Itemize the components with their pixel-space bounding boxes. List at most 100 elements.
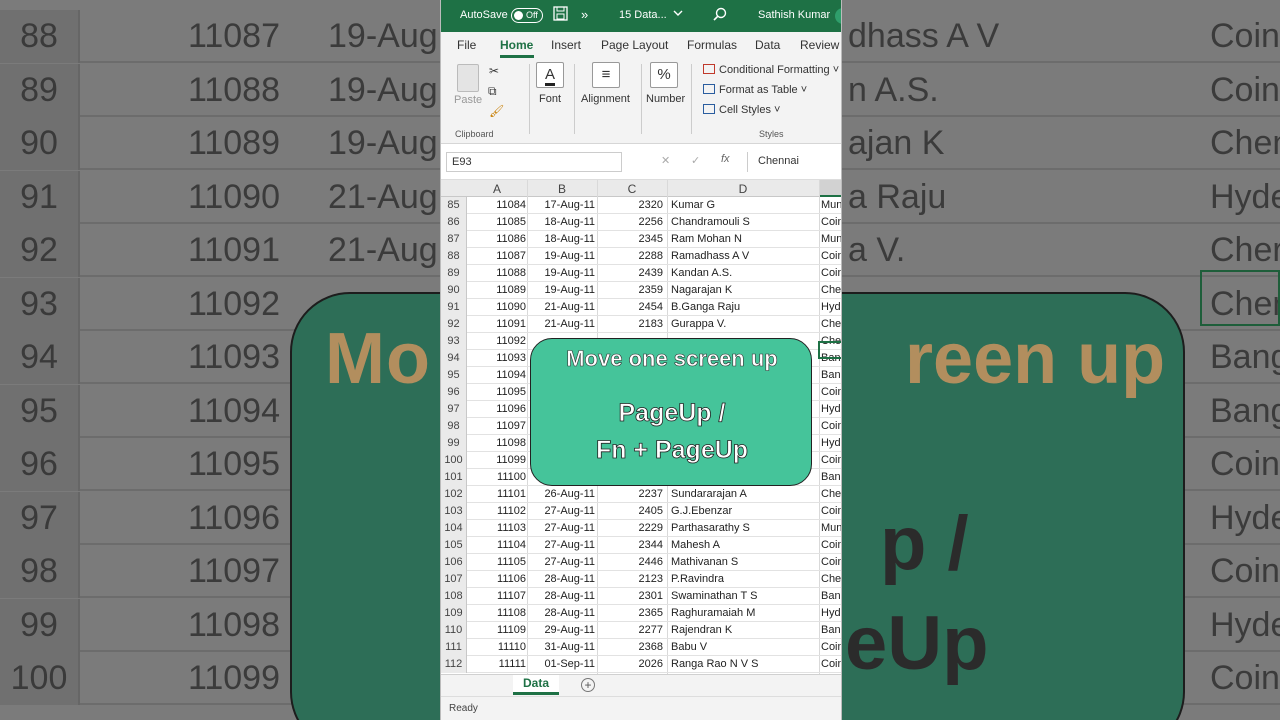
cell-a[interactable]: 11090 [467, 299, 526, 316]
cell-a[interactable]: 11109 [467, 622, 526, 639]
cell-d[interactable]: Sundararajan A [671, 486, 747, 503]
row-number[interactable]: 103 [441, 503, 467, 520]
insert-function-icon[interactable]: fx [721, 153, 730, 165]
conditional-formatting-button[interactable]: Conditional Formatting ˅ [703, 64, 839, 76]
cell-b[interactable]: 21-Aug-11 [531, 316, 595, 333]
cell-e[interactable]: Coin [821, 248, 841, 265]
row-number[interactable]: 98 [441, 418, 467, 435]
row-number[interactable]: 102 [441, 486, 467, 503]
tab-page-layout[interactable]: Page Layout [601, 38, 668, 52]
cell-c[interactable]: 2439 [599, 265, 663, 282]
cell-a[interactable]: 11093 [467, 350, 526, 367]
file-name[interactable]: 15 Data... [619, 9, 667, 21]
font-icon[interactable]: A [536, 62, 564, 88]
cell-e[interactable]: Mun [821, 197, 841, 214]
tab-home[interactable]: Home [500, 38, 533, 52]
cell-a[interactable]: 11100 [467, 469, 526, 486]
cell-a[interactable]: 11091 [467, 316, 526, 333]
cell-d[interactable]: P.Ravindra [671, 571, 724, 588]
cell-d[interactable]: Ranga Rao N V S [671, 656, 758, 673]
cell-d[interactable]: Babu V [671, 639, 707, 656]
cell-c[interactable]: 2405 [599, 503, 663, 520]
cell-e[interactable]: Hyde [821, 605, 841, 622]
cell-e[interactable]: Cher [821, 571, 841, 588]
cell-d[interactable]: Ramadhass A V [671, 248, 749, 265]
row-number[interactable]: 111 [441, 639, 467, 656]
cell-c[interactable]: 2345 [599, 231, 663, 248]
row-number[interactable]: 91 [441, 299, 467, 316]
cell-a[interactable]: 11110 [467, 639, 526, 656]
cell-e[interactable]: Bang [821, 588, 841, 605]
cell-c[interactable]: 2256 [599, 214, 663, 231]
cell-b[interactable]: 31-Aug-11 [531, 639, 595, 656]
cell-d[interactable]: G.J.Ebenzar [671, 503, 732, 520]
tab-file[interactable]: File [457, 38, 476, 52]
cell-e[interactable]: Mun [821, 520, 841, 537]
cell-c[interactable]: 2123 [599, 571, 663, 588]
row-number[interactable]: 92 [441, 316, 467, 333]
cell-d[interactable]: Gurappa V. [671, 316, 726, 333]
cell-e[interactable]: Mun [821, 231, 841, 248]
cell-d[interactable]: Chandramouli S [671, 214, 750, 231]
cell-c[interactable]: 2359 [599, 282, 663, 299]
cell-e[interactable]: Cher [821, 486, 841, 503]
cell-a[interactable]: 11088 [467, 265, 526, 282]
cell-e[interactable]: Hyde [821, 299, 841, 316]
cell-e[interactable]: Hyde [821, 401, 841, 418]
cell-c[interactable]: 2229 [599, 520, 663, 537]
cell-b[interactable]: 19-Aug-11 [531, 265, 595, 282]
tab-formulas[interactable]: Formulas [687, 38, 737, 52]
copy-icon[interactable]: ⧉ [488, 84, 497, 99]
cell-a[interactable]: 11092 [467, 333, 526, 350]
tab-review[interactable]: Review [800, 38, 839, 52]
cell-b[interactable]: 27-Aug-11 [531, 537, 595, 554]
cell-b[interactable]: 29-Aug-11 [531, 622, 595, 639]
row-number[interactable]: 104 [441, 520, 467, 537]
cell-e[interactable]: Bang [821, 469, 841, 486]
row-number[interactable]: 108 [441, 588, 467, 605]
cell-b[interactable]: 21-Aug-11 [531, 299, 595, 316]
row-number[interactable]: 99 [441, 435, 467, 452]
cell-a[interactable]: 11089 [467, 282, 526, 299]
cell-c[interactable]: 2344 [599, 537, 663, 554]
cell-a[interactable]: 11094 [467, 367, 526, 384]
row-number[interactable]: 105 [441, 537, 467, 554]
formula-input[interactable]: Chennai [747, 152, 841, 172]
cell-b[interactable]: 18-Aug-11 [531, 231, 595, 248]
cell-a[interactable]: 11111 [467, 656, 526, 673]
cell-c[interactable]: 2288 [599, 248, 663, 265]
cell-d[interactable]: Mathivanan S [671, 554, 738, 571]
cell-e[interactable]: Coin [821, 384, 841, 401]
search-icon[interactable] [713, 7, 727, 24]
cell-e[interactable]: Coin [821, 554, 841, 571]
chevron-down-icon[interactable] [673, 8, 683, 21]
column-header-d[interactable]: D [667, 182, 819, 196]
row-number[interactable]: 106 [441, 554, 467, 571]
cell-b[interactable]: 27-Aug-11 [531, 554, 595, 571]
row-number[interactable]: 101 [441, 469, 467, 486]
row-number[interactable]: 93 [441, 333, 467, 350]
cell-b[interactable]: 17-Aug-11 [531, 197, 595, 214]
row-number[interactable]: 112 [441, 656, 467, 673]
alignment-label[interactable]: Alignment [581, 93, 630, 105]
cell-d[interactable]: Ram Mohan N [671, 231, 742, 248]
cell-a[interactable]: 11087 [467, 248, 526, 265]
cell-e[interactable]: Coin [821, 452, 841, 469]
autosave-toggle[interactable]: Off [511, 8, 543, 23]
row-number[interactable]: 100 [441, 452, 467, 469]
row-number[interactable]: 90 [441, 282, 467, 299]
cell-a[interactable]: 11095 [467, 384, 526, 401]
row-number[interactable]: 110 [441, 622, 467, 639]
row-number[interactable]: 107 [441, 571, 467, 588]
cell-e[interactable]: Coin [821, 503, 841, 520]
cell-c[interactable]: 2277 [599, 622, 663, 639]
tab-insert[interactable]: Insert [551, 38, 581, 52]
user-name[interactable]: Sathish Kumar [758, 9, 830, 21]
row-number[interactable]: 85 [441, 197, 467, 214]
column-header-b[interactable]: B [527, 182, 597, 196]
cell-e[interactable]: Cher [821, 316, 841, 333]
cell-e[interactable]: Coin [821, 265, 841, 282]
cell-a[interactable]: 11085 [467, 214, 526, 231]
format-as-table-button[interactable]: Format as Table ˅ [703, 84, 807, 96]
cell-b[interactable]: 27-Aug-11 [531, 503, 595, 520]
